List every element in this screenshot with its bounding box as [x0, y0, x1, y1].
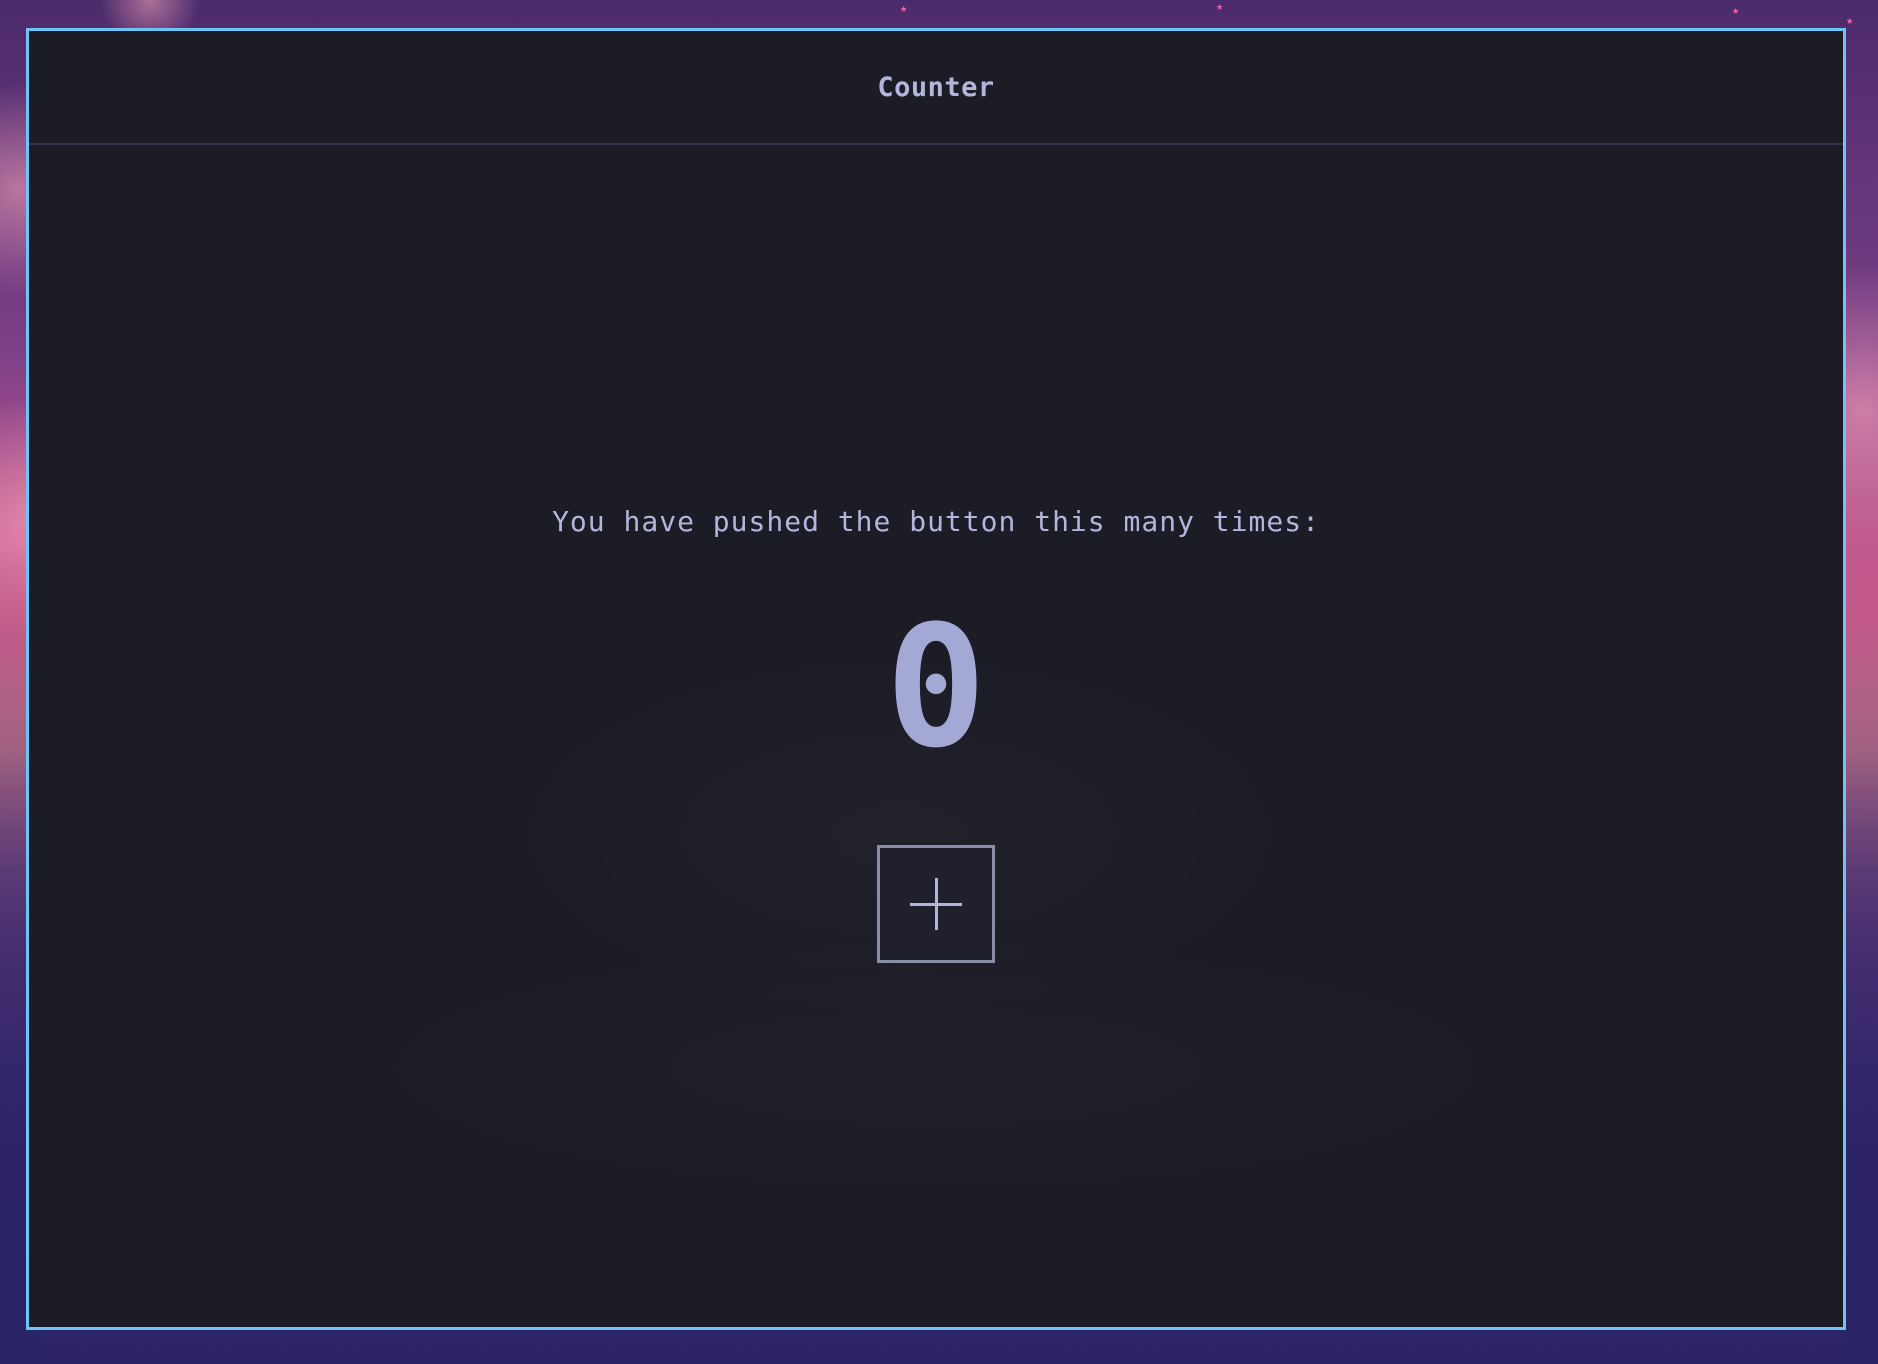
plus-icon [910, 878, 962, 930]
counter-message: You have pushed the button this many tim… [552, 505, 1320, 538]
wallpaper-star: ★ [1846, 13, 1854, 27]
app-title: Counter [877, 71, 995, 103]
app-window: Counter You have pushed the button this … [26, 28, 1846, 1330]
title-bar: Counter [29, 31, 1843, 145]
wallpaper-star: ★ [900, 1, 908, 15]
main-content: You have pushed the button this many tim… [29, 145, 1843, 1327]
wallpaper-star: ★ [1216, 0, 1224, 13]
wallpaper-trees-right [1846, 544, 1878, 1364]
counter-value: 0 [885, 589, 987, 785]
wallpaper-star: ★ [1732, 3, 1740, 17]
increment-button[interactable] [877, 845, 995, 963]
